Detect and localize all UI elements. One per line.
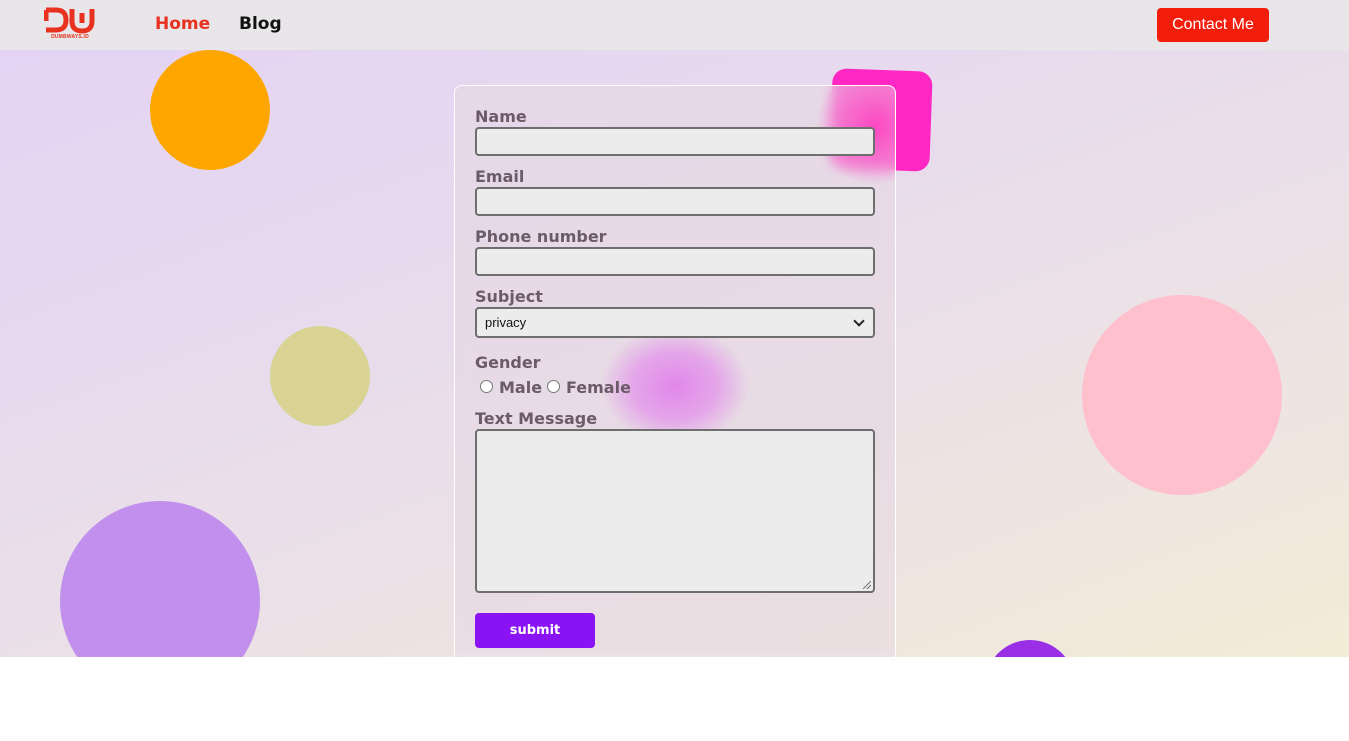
subject-selected-value: privacy [485,315,527,330]
decorative-circle-violet [985,640,1075,657]
email-input[interactable] [475,187,875,216]
gender-female-label: Female [566,378,631,397]
decorative-circle-olive [270,326,370,426]
email-label: Email [475,167,525,186]
message-textarea[interactable] [475,429,875,593]
contact-form: Name Email Phone number Subject privacy … [454,85,896,685]
logo-tagline: DUMBWAYS.ID [51,34,89,40]
gender-label: Gender [475,353,541,372]
nav-home-link[interactable]: Home [155,14,210,34]
contact-me-button[interactable]: Contact Me [1157,8,1269,42]
subject-select[interactable]: privacy [475,307,875,338]
navbar: DUMBWAYS.ID Home Blog Contact Me [0,0,1349,50]
logo-mark [43,7,95,34]
logo-icon[interactable]: DUMBWAYS.ID [43,7,96,43]
gender-male-radio[interactable] [480,380,493,393]
page-bottom-area [0,657,1349,741]
chevron-down-icon [853,314,865,327]
decorative-circle-purple [60,501,260,657]
nav-blog-link[interactable]: Blog [239,14,282,34]
gender-male-label: Male [499,378,543,397]
name-label: Name [475,107,527,126]
submit-button[interactable]: submit [475,613,595,648]
gender-female-radio[interactable] [547,380,560,393]
message-label: Text Message [475,409,598,428]
name-input[interactable] [475,127,875,156]
decorative-circle-pink [1082,295,1282,495]
resize-grip-icon[interactable] [863,581,871,589]
phone-input[interactable] [475,247,875,276]
subject-label: Subject [475,287,543,306]
phone-label: Phone number [475,227,607,246]
decorative-circle-orange [150,50,270,170]
